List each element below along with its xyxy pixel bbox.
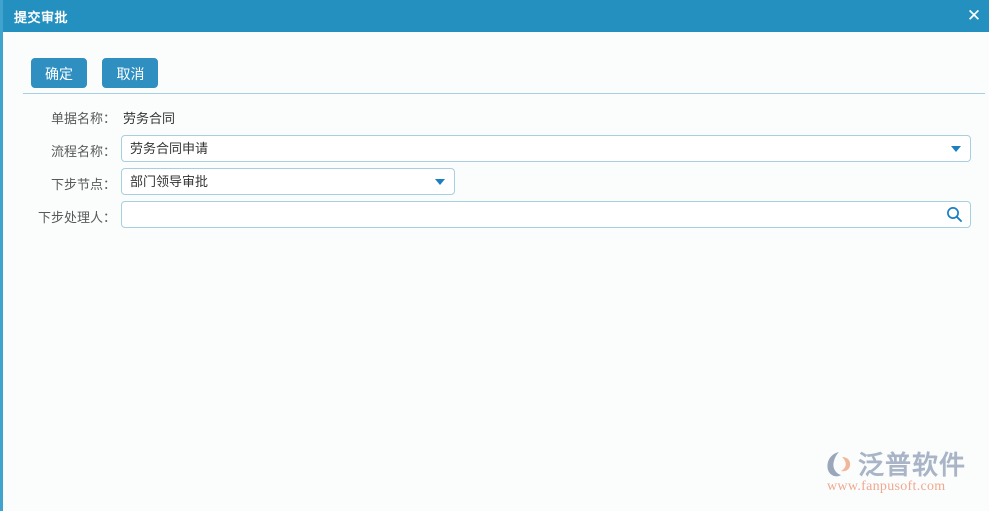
select-next-node-value: 部门领导审批: [130, 174, 209, 189]
form-row-process-name: 流程名称： 劳务合同申请: [3, 135, 989, 168]
dialog-toolbar: 确定 取消: [31, 58, 159, 88]
form-row-document-name: 单据名称： 劳务合同: [3, 102, 989, 135]
cancel-button[interactable]: 取消: [102, 58, 159, 88]
input-next-handler-wrapper[interactable]: [121, 201, 971, 228]
toolbar-separator: [23, 93, 985, 94]
approval-form: 单据名称： 劳务合同 流程名称： 劳务合同申请 下步节点： 部门领导审批 下步处…: [3, 102, 989, 234]
watermark: 泛普软件 www.fanpusoft.com: [825, 445, 977, 501]
value-document-name: 劳务合同: [123, 111, 176, 126]
close-icon[interactable]: ✕: [960, 2, 988, 30]
dialog-title: 提交审批: [14, 10, 69, 25]
search-icon[interactable]: [946, 206, 963, 223]
form-row-next-handler: 下步处理人：: [3, 201, 989, 234]
confirm-button[interactable]: 确定: [31, 58, 87, 88]
dialog-title-bar: 提交审批 ✕: [3, 0, 989, 32]
chevron-down-icon[interactable]: [951, 146, 961, 152]
watermark-url: www.fanpusoft.com: [827, 479, 946, 494]
submit-approval-dialog: 提交审批 ✕ 确定 取消 单据名称： 劳务合同 流程名称： 劳务合同申请 下步节…: [0, 0, 989, 511]
chevron-down-icon[interactable]: [435, 179, 445, 185]
select-process-name-value: 劳务合同申请: [130, 141, 209, 156]
label-next-handler: 下步处理人：: [37, 210, 116, 225]
label-process-name: 流程名称：: [50, 144, 116, 159]
label-next-node: 下步节点：: [50, 177, 116, 192]
watermark-brand-text: 泛普软件: [858, 451, 967, 481]
fanpu-logo-icon: [825, 449, 855, 479]
form-row-next-node: 下步节点： 部门领导审批: [3, 168, 989, 201]
select-next-node[interactable]: 部门领导审批: [121, 168, 455, 195]
label-document-name: 单据名称：: [50, 111, 116, 126]
select-process-name[interactable]: 劳务合同申请: [121, 135, 971, 162]
watermark-brand-row: 泛普软件: [825, 445, 966, 482]
dialog-content: 确定 取消 单据名称： 劳务合同 流程名称： 劳务合同申请 下步节点： 部门领导…: [3, 32, 989, 511]
